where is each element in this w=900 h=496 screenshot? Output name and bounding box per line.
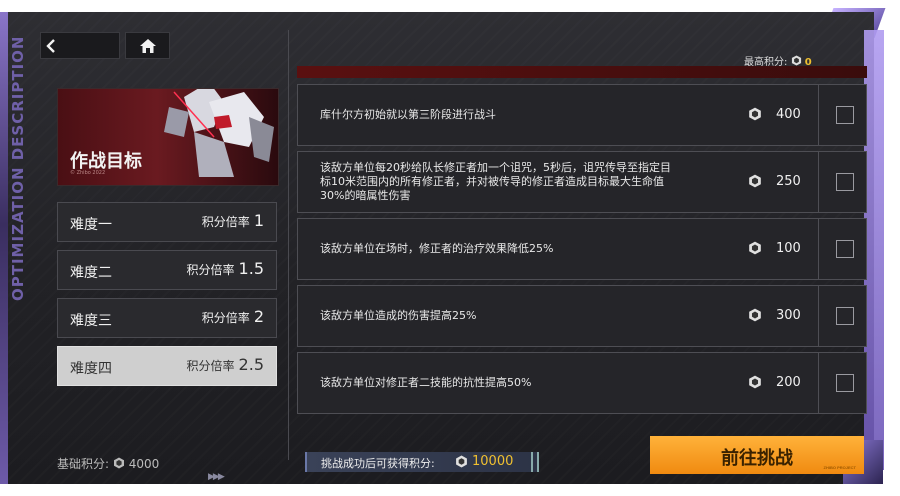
- difficulty-name: 难度四: [70, 361, 112, 377]
- score-coin-icon: [749, 174, 761, 188]
- condition-points: 100: [776, 241, 801, 256]
- difficulty-name: 难度二: [70, 265, 112, 281]
- condition-row-4[interactable]: 该敌方单位造成的伤害提高25% 300: [297, 285, 867, 347]
- boss-mech-image: [164, 89, 274, 177]
- condition-checkbox[interactable]: [836, 374, 854, 392]
- difficulty-3-option[interactable]: 难度三 积分倍率 2: [57, 298, 277, 338]
- score-coin-icon: [113, 457, 124, 469]
- condition-points: 250: [776, 174, 801, 189]
- banner-small-text: © Zhibo 2022: [70, 170, 106, 176]
- base-score: 基础积分: 4000: [57, 457, 160, 471]
- condition-row-5[interactable]: 该敌方单位对修正者二技能的抗性提高50% 200: [297, 352, 867, 414]
- reward-label: 挑战成功后可获得积分:: [321, 457, 435, 470]
- row-divider: [818, 353, 819, 413]
- row-divider: [818, 85, 819, 145]
- difficulty-name: 难度三: [70, 313, 112, 329]
- right-purple-accent: [864, 30, 884, 470]
- row-divider: [818, 219, 819, 279]
- back-button[interactable]: [40, 32, 120, 59]
- score-coin-icon: [456, 455, 467, 468]
- reward-score-bar: 挑战成功后可获得积分: 10000: [305, 452, 539, 472]
- difficulty-multiplier: 积分倍率 1.5: [186, 259, 264, 278]
- condition-checkbox[interactable]: [836, 106, 854, 124]
- difficulty-name: 难度一: [70, 217, 112, 233]
- list-top-strip: [297, 66, 867, 78]
- difficulty-multiplier: 积分倍率 2.5: [186, 355, 264, 374]
- condition-text: 该敌方单位在场时，修正者的治疗效果降低25%: [320, 242, 554, 255]
- condition-text: 该敌方单位造成的伤害提高25%: [320, 309, 477, 322]
- condition-checkbox[interactable]: [836, 240, 854, 258]
- difficulty-multiplier: 积分倍率 1: [201, 211, 264, 230]
- score-coin-icon: [749, 107, 761, 121]
- condition-points: 200: [776, 375, 801, 390]
- condition-text: 该敌方单位对修正者二技能的抗性提高50%: [320, 376, 532, 389]
- row-divider: [818, 286, 819, 346]
- score-coin-icon: [749, 241, 761, 255]
- condition-checkbox[interactable]: [836, 173, 854, 191]
- home-icon: [126, 33, 169, 58]
- home-button[interactable]: [125, 32, 170, 59]
- go-challenge-button[interactable]: 前往挑战 ZHIBO PROJECT: [650, 436, 864, 474]
- difficulty-multiplier: 积分倍率 2: [201, 307, 264, 326]
- panel-divider: [288, 30, 289, 460]
- boss-banner: 作战目标 © Zhibo 2022: [57, 88, 279, 186]
- score-coin-icon: [749, 375, 761, 389]
- row-divider: [818, 152, 819, 212]
- page-arrows-icon: ▶▶▶: [208, 472, 225, 482]
- reward-value: 10000: [472, 454, 514, 469]
- condition-text: 该敌方单位每20秒给队长修正者加一个诅咒，5秒后，诅咒传导至指定目标10米范围内…: [320, 161, 671, 202]
- score-coin-icon: [749, 308, 761, 322]
- side-label-text: OPTIMIZATION DESCRIPTION: [9, 35, 27, 301]
- difficulty-2-option[interactable]: 难度二 积分倍率 1.5: [57, 250, 277, 290]
- reward-bar-end: [531, 452, 539, 472]
- condition-checkbox[interactable]: [836, 307, 854, 325]
- condition-points: 300: [776, 308, 801, 323]
- condition-row-3[interactable]: 该敌方单位在场时，修正者的治疗效果降低25% 100: [297, 218, 867, 280]
- difficulty-4-option[interactable]: 难度四 积分倍率 2.5: [57, 346, 277, 386]
- back-arrow-icon: [41, 33, 119, 58]
- condition-row-2[interactable]: 该敌方单位每20秒给队长修正者加一个诅咒，5秒后，诅咒传导至指定目标10米范围内…: [297, 151, 867, 213]
- difficulty-1-option[interactable]: 难度一 积分倍率 1: [57, 202, 277, 242]
- condition-row-1[interactable]: 库什尔方初始就以第三阶段进行战斗 400: [297, 84, 867, 146]
- score-coin-icon: [791, 55, 801, 66]
- condition-points: 400: [776, 107, 801, 122]
- condition-text: 库什尔方初始就以第三阶段进行战斗: [320, 108, 496, 121]
